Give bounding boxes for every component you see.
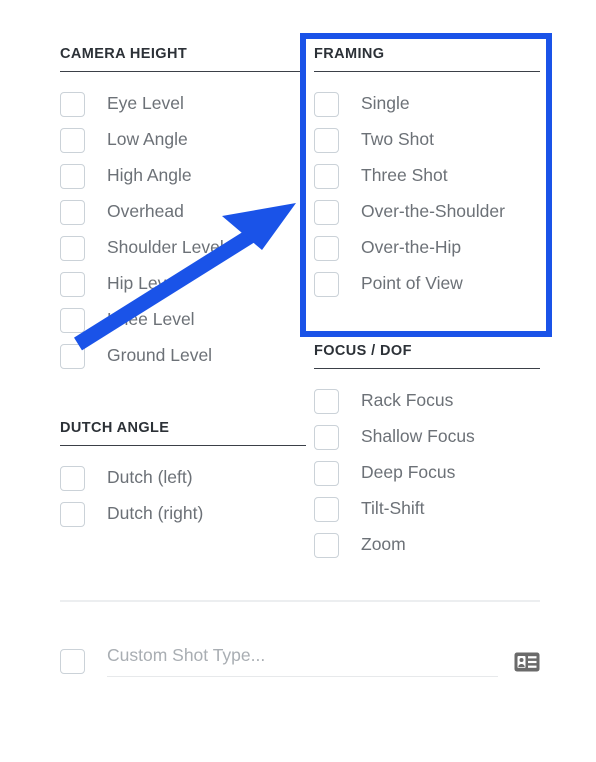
option-row-shoulder-level[interactable]: Shoulder Level <box>60 230 306 266</box>
option-row-deep-focus[interactable]: Deep Focus <box>314 455 540 491</box>
option-row-three-shot[interactable]: Three Shot <box>314 158 540 194</box>
option-row-over-the-shoulder[interactable]: Over-the-Shoulder <box>314 194 540 230</box>
checkbox-three-shot[interactable] <box>314 163 339 189</box>
checkbox-two-shot[interactable] <box>314 127 339 153</box>
option-row-high-angle[interactable]: High Angle <box>60 158 306 194</box>
checkbox-single[interactable] <box>314 91 339 117</box>
option-row-low-angle[interactable]: Low Angle <box>60 122 306 158</box>
checkbox-deep-focus[interactable] <box>314 460 339 486</box>
option-label-over-the-hip: Over-the-Hip <box>361 237 462 258</box>
section-dutch-angle: DUTCH ANGLE Dutch (left) Dutch (right) <box>60 420 306 532</box>
option-label-low-angle: Low Angle <box>107 129 188 150</box>
option-row-knee-level[interactable]: Knee Level <box>60 302 306 338</box>
checkbox-dutch-left[interactable] <box>60 465 85 491</box>
checkbox-dutch-right[interactable] <box>60 501 85 527</box>
section-focus-dof: FOCUS / DOF Rack Focus Shallow Focus Dee… <box>314 343 540 563</box>
section-camera-height: CAMERA HEIGHT Eye Level Low Angle High A… <box>60 46 306 374</box>
option-row-single[interactable]: Single <box>314 86 540 122</box>
option-label-zoom: Zoom <box>361 534 406 555</box>
option-row-point-of-view[interactable]: Point of View <box>314 266 540 302</box>
option-list-dutch-angle: Dutch (left) Dutch (right) <box>60 460 306 532</box>
custom-shot-type-row[interactable]: Custom Shot Type... <box>60 644 540 677</box>
section-title-camera-height: CAMERA HEIGHT <box>60 46 306 72</box>
option-row-dutch-left[interactable]: Dutch (left) <box>60 460 306 496</box>
option-label-two-shot: Two Shot <box>361 129 434 150</box>
checkbox-zoom[interactable] <box>314 532 339 558</box>
option-label-tilt-shift: Tilt-Shift <box>361 498 425 519</box>
checkbox-custom-shot-type[interactable] <box>60 649 85 674</box>
custom-shot-type-area: Custom Shot Type... <box>60 600 540 677</box>
option-row-shallow-focus[interactable]: Shallow Focus <box>314 419 540 455</box>
custom-shot-type-placeholder: Custom Shot Type... <box>107 644 266 665</box>
checkbox-overhead[interactable] <box>60 199 85 225</box>
checkbox-eye-level[interactable] <box>60 91 85 117</box>
option-label-rack-focus: Rack Focus <box>361 390 454 411</box>
option-row-hip-level[interactable]: Hip Level <box>60 266 306 302</box>
option-label-high-angle: High Angle <box>107 165 192 186</box>
contact-card-icon[interactable] <box>514 652 540 672</box>
checkbox-tilt-shift[interactable] <box>314 496 339 522</box>
option-label-ground-level: Ground Level <box>107 345 213 366</box>
option-list-focus-dof: Rack Focus Shallow Focus Deep Focus Tilt… <box>314 383 540 563</box>
checkbox-over-the-shoulder[interactable] <box>314 199 339 225</box>
option-label-three-shot: Three Shot <box>361 165 448 186</box>
option-label-single: Single <box>361 93 410 114</box>
section-divider <box>60 600 540 602</box>
option-label-over-the-shoulder: Over-the-Shoulder <box>361 201 505 222</box>
option-row-zoom[interactable]: Zoom <box>314 527 540 563</box>
option-row-dutch-right[interactable]: Dutch (right) <box>60 496 306 532</box>
checkbox-hip-level[interactable] <box>60 271 85 297</box>
option-row-two-shot[interactable]: Two Shot <box>314 122 540 158</box>
option-label-dutch-right: Dutch (right) <box>107 503 204 524</box>
option-label-knee-level: Knee Level <box>107 309 195 330</box>
checkbox-over-the-hip[interactable] <box>314 235 339 261</box>
option-row-overhead[interactable]: Overhead <box>60 194 306 230</box>
option-label-hip-level: Hip Level <box>107 273 180 294</box>
checkbox-ground-level[interactable] <box>60 343 85 369</box>
option-label-dutch-left: Dutch (left) <box>107 467 193 488</box>
checkbox-shoulder-level[interactable] <box>60 235 85 261</box>
checkbox-point-of-view[interactable] <box>314 271 339 297</box>
option-row-eye-level[interactable]: Eye Level <box>60 86 306 122</box>
section-title-focus-dof: FOCUS / DOF <box>314 343 540 369</box>
option-list-framing: Single Two Shot Three Shot Over-the-Shou… <box>314 86 540 302</box>
option-label-shoulder-level: Shoulder Level <box>107 237 224 258</box>
checkbox-shallow-focus[interactable] <box>314 424 339 450</box>
checkbox-high-angle[interactable] <box>60 163 85 189</box>
option-row-tilt-shift[interactable]: Tilt-Shift <box>314 491 540 527</box>
option-list-camera-height: Eye Level Low Angle High Angle Overhead … <box>60 86 306 374</box>
option-label-overhead: Overhead <box>107 201 184 222</box>
option-row-ground-level[interactable]: Ground Level <box>60 338 306 374</box>
section-title-framing: FRAMING <box>314 46 540 72</box>
option-label-deep-focus: Deep Focus <box>361 462 456 483</box>
shot-type-panel: CAMERA HEIGHT Eye Level Low Angle High A… <box>0 0 596 762</box>
option-row-over-the-hip[interactable]: Over-the-Hip <box>314 230 540 266</box>
section-title-dutch-angle: DUTCH ANGLE <box>60 420 306 446</box>
option-label-point-of-view: Point of View <box>361 273 463 294</box>
option-row-rack-focus[interactable]: Rack Focus <box>314 383 540 419</box>
checkbox-low-angle[interactable] <box>60 127 85 153</box>
option-label-eye-level: Eye Level <box>107 93 184 114</box>
option-label-shallow-focus: Shallow Focus <box>361 426 475 447</box>
checkbox-rack-focus[interactable] <box>314 388 339 414</box>
checkbox-knee-level[interactable] <box>60 307 85 333</box>
custom-shot-type-input[interactable]: Custom Shot Type... <box>107 644 498 677</box>
section-framing: FRAMING Single Two Shot Three Shot Over-… <box>314 46 540 302</box>
